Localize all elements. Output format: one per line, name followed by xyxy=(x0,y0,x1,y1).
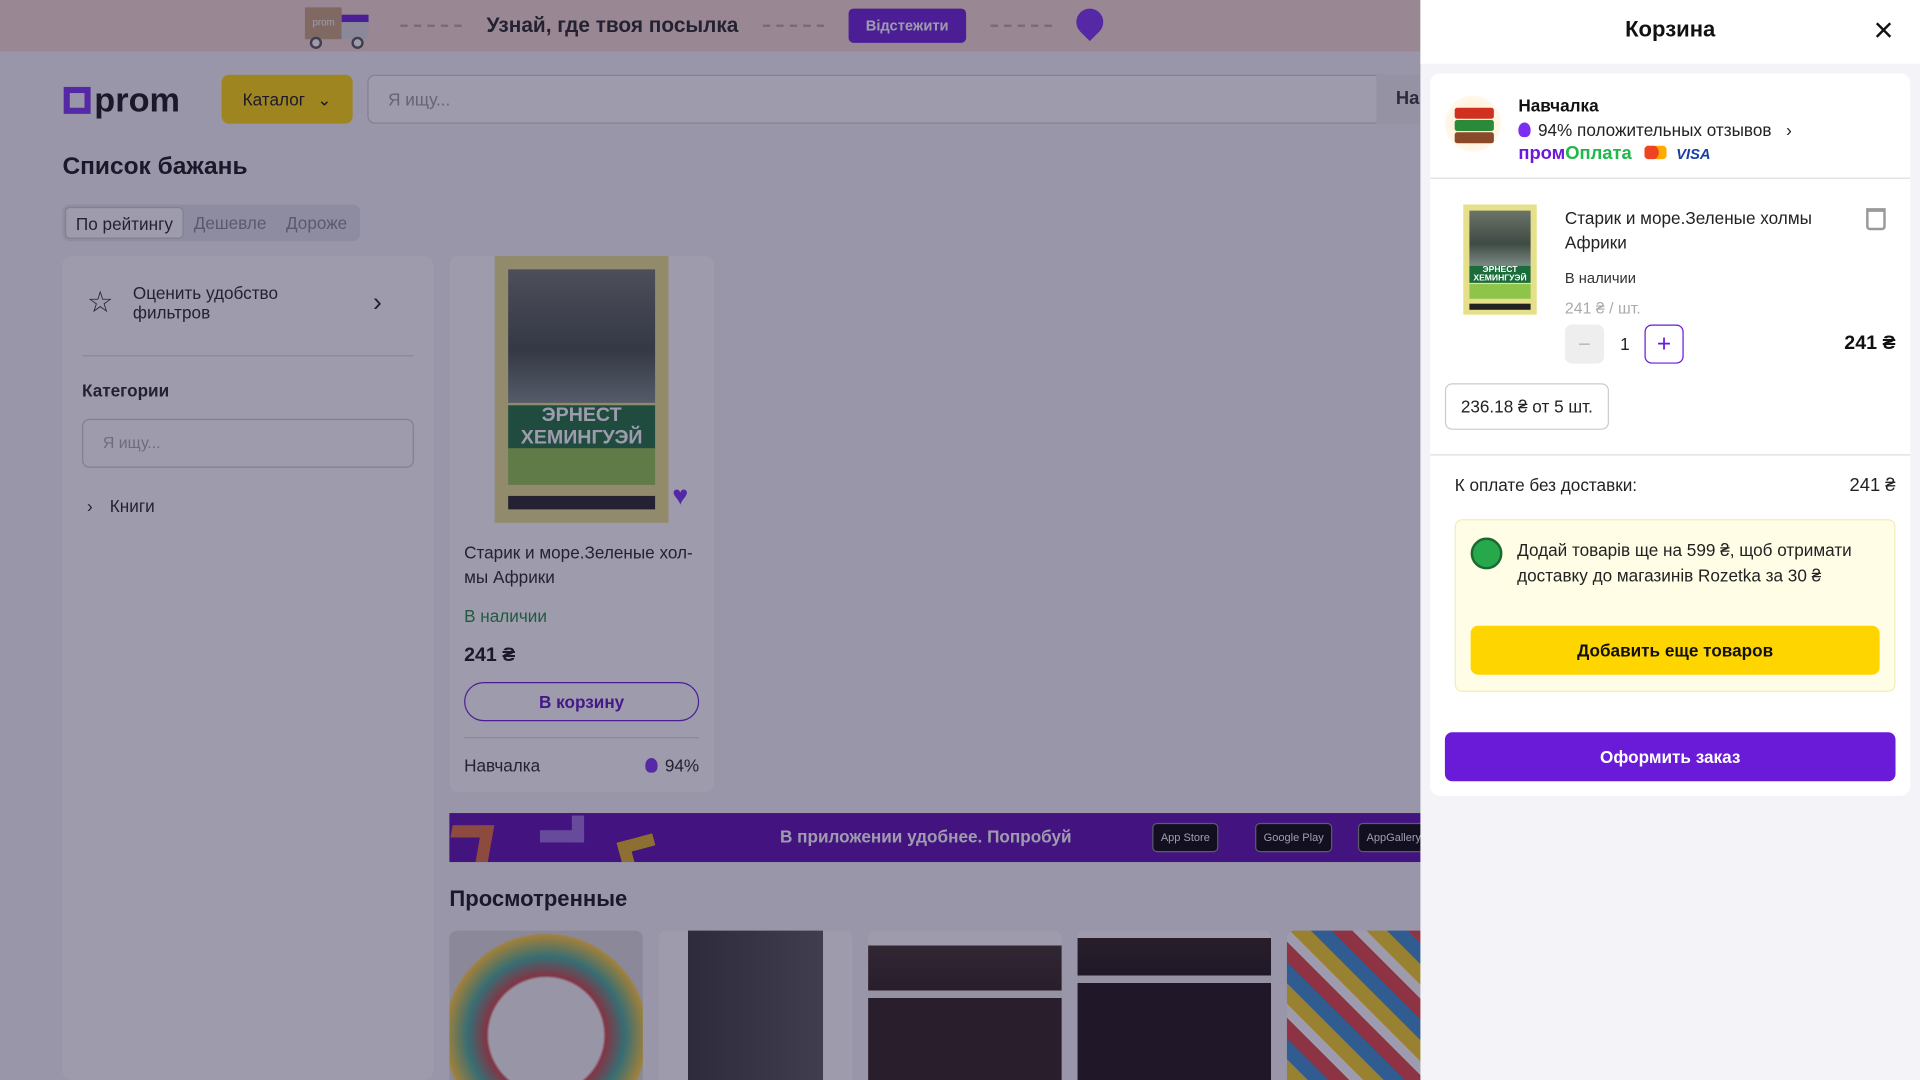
cart-item-total: 241 ₴ xyxy=(1844,333,1896,354)
cart-item-unit-price: 241 ₴ / шт. xyxy=(1564,298,1641,318)
decrease-quantity-button[interactable]: − xyxy=(1564,324,1605,364)
seller-name: Навчалка xyxy=(1518,95,1599,116)
close-icon[interactable]: × xyxy=(1873,13,1893,47)
cart-item-availability: В наличии xyxy=(1564,269,1636,287)
add-more-button[interactable]: Добавить еще товаров xyxy=(1470,625,1880,675)
seller-rating: 94% положительных отзывов xyxy=(1537,120,1772,140)
cart-seller[interactable]: Навчалка 94% положительных отзывов › пром… xyxy=(1444,95,1792,165)
sum-value: 241 ₴ xyxy=(1849,475,1896,496)
delivery-notice: Додай товарів ще на 599 ₴, щоб отримати … xyxy=(1454,519,1896,692)
page: prom Узнай, где твоя посылка Відстежити … xyxy=(0,0,1920,1080)
seller-logo xyxy=(1444,95,1502,152)
visa-icon: VISA xyxy=(1676,145,1711,163)
chevron-right-icon: › xyxy=(1786,120,1792,140)
cart-body: Навчалка 94% положительных отзывов › пром… xyxy=(1430,73,1911,796)
increase-quantity-button[interactable]: + xyxy=(1644,324,1684,364)
cart-title: Корзина xyxy=(1625,17,1716,42)
delivery-notice-text: Додай товарів ще на 599 ₴, щоб отримати … xyxy=(1517,540,1852,586)
checkout-button[interactable]: Оформить заказ xyxy=(1444,732,1896,782)
cart-item-name[interactable]: Старик и море.Зеленые холмы Африки xyxy=(1565,206,1859,255)
prom-payment-badge: промОплата VISA xyxy=(1518,143,1711,165)
trash-icon[interactable] xyxy=(1866,208,1886,231)
sum-label: К оплате без доставки: xyxy=(1454,475,1638,495)
cart-panel: Корзина × Навчалка 94% положительных отз… xyxy=(1420,0,1920,1080)
badge-icon xyxy=(1518,122,1531,138)
smile-icon xyxy=(1470,537,1503,570)
cart-item-image[interactable]: ЭРНЕСТ ХЕМИНГУЭЙ xyxy=(1463,204,1537,315)
quantity-input[interactable]: 1 xyxy=(1614,334,1636,354)
mastercard-icon xyxy=(1644,145,1667,160)
bulk-price-button[interactable]: 236.18 ₴ от 5 шт. xyxy=(1444,383,1609,430)
